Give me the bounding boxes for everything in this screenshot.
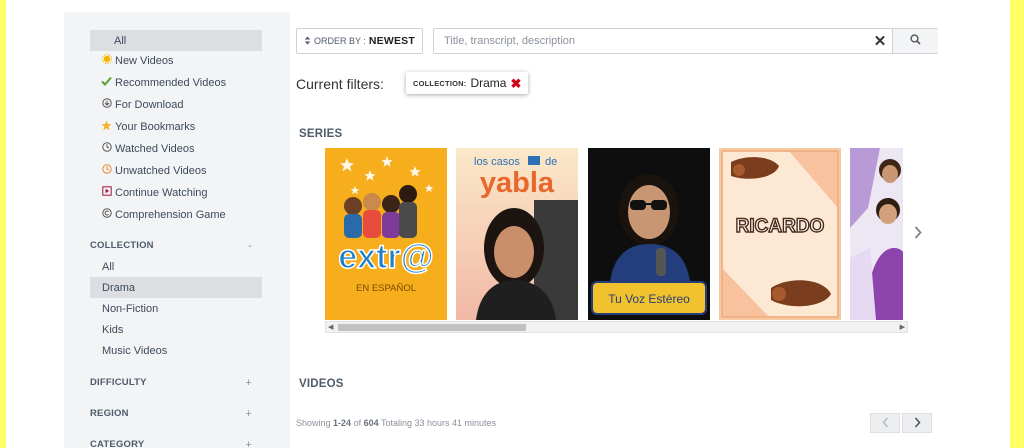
- sidebar-item-label: Your Bookmarks: [115, 120, 196, 133]
- results-summary: Showing 1-24 of 604 Totaling 33 hours 41…: [296, 418, 496, 428]
- series-logo: RICARDO: [736, 216, 825, 237]
- sidebar-item-label: Watched Videos: [115, 142, 195, 155]
- expand-toggle[interactable]: +: [245, 377, 252, 389]
- collection-item-label: All: [102, 260, 115, 273]
- series-thumbnail: Tu Voz Estéreo: [588, 148, 710, 320]
- videos-section-title: VIDEOS: [299, 378, 344, 390]
- series-card-tu-voz-estereo[interactable]: Tu Voz Estéreo: [588, 148, 710, 320]
- sidebar-item-for-download[interactable]: For Download: [90, 94, 262, 115]
- download-icon: [100, 98, 113, 111]
- series-carousel: extr@ EN ESPAÑOL los casos de yabla Tu V…: [325, 148, 903, 322]
- search-button[interactable]: [892, 29, 938, 53]
- series-card-extra[interactable]: extr@ EN ESPAÑOL: [325, 148, 447, 320]
- series-card-ricardo[interactable]: RICARDO: [719, 148, 841, 320]
- collection-item-kids[interactable]: Kids: [90, 319, 262, 340]
- page: All New Videos Recommended Videos For Do…: [6, 0, 1010, 448]
- clear-search-button[interactable]: ✕: [871, 32, 889, 50]
- category-section-header[interactable]: CATEGORY +: [90, 439, 252, 448]
- series-logo: extr@: [338, 238, 434, 276]
- sidebar-item-label: For Download: [115, 98, 184, 111]
- next-page-button[interactable]: [902, 413, 932, 433]
- difficulty-section-header[interactable]: DIFFICULTY +: [90, 377, 252, 389]
- series-thumbnail: RICARDO: [719, 148, 841, 320]
- collection-item-non-fiction[interactable]: Non-Fiction: [90, 298, 262, 319]
- series-logo: yabla: [480, 167, 555, 199]
- sidebar-item-label: Continue Watching: [115, 186, 208, 199]
- collection-item-label: Kids: [102, 323, 124, 336]
- series-thumbnail: los casos de yabla: [456, 148, 578, 320]
- series-subtitle: EN ESPAÑOL: [356, 283, 416, 294]
- remove-filter-icon[interactable]: ✖: [510, 77, 521, 90]
- series-thumbnail: extr@ EN ESPAÑOL: [325, 148, 447, 320]
- close-icon: ✕: [873, 33, 887, 50]
- current-filters-label: Current filters:: [296, 76, 384, 92]
- sidebar-item-label: New Videos: [115, 54, 174, 67]
- clock-orange-icon: [100, 164, 113, 177]
- clock-icon: [100, 142, 113, 155]
- section-title: COLLECTION: [90, 240, 154, 251]
- collapse-toggle[interactable]: -: [248, 240, 252, 252]
- collection-item-music-videos[interactable]: Music Videos: [90, 340, 262, 361]
- sidebar-item-all[interactable]: All: [90, 30, 262, 51]
- section-title: CATEGORY: [90, 439, 145, 448]
- collection-item-label: Drama: [102, 281, 136, 294]
- scroll-left-icon[interactable]: ◀: [328, 323, 333, 331]
- star-icon: [100, 120, 113, 134]
- sidebar-item-label: Comprehension Game: [115, 208, 226, 221]
- scrollbar-thumb[interactable]: [338, 324, 526, 331]
- copyright-icon: [100, 208, 113, 221]
- series-caption: Tu Voz Estéreo: [608, 292, 690, 306]
- collection-item-drama[interactable]: Drama: [90, 277, 262, 298]
- sun-icon: [100, 53, 113, 67]
- section-title: REGION: [90, 408, 129, 419]
- of-word: of: [353, 418, 362, 428]
- prev-page-button[interactable]: [870, 413, 900, 433]
- sidebar-item-continue-watching[interactable]: Continue Watching: [90, 182, 262, 203]
- sidebar-item-unwatched[interactable]: Unwatched Videos: [90, 160, 262, 181]
- carousel-next-button[interactable]: [910, 222, 926, 244]
- sidebar-item-label: Recommended Videos: [115, 76, 227, 89]
- series-card-los-casos-de-yabla[interactable]: los casos de yabla: [456, 148, 578, 320]
- sidebar-item-new-videos[interactable]: New Videos: [90, 50, 262, 71]
- sidebar: All New Videos Recommended Videos For Do…: [64, 12, 290, 448]
- showing-prefix: Showing: [296, 418, 331, 428]
- expand-toggle[interactable]: +: [245, 439, 252, 448]
- section-title: DIFFICULTY: [90, 377, 147, 388]
- series-thumbnail: [850, 148, 903, 320]
- checkmark-icon: [100, 76, 113, 89]
- expand-toggle[interactable]: +: [245, 408, 252, 420]
- search-bar: ✕: [433, 28, 938, 54]
- chevron-right-icon: [914, 222, 922, 245]
- order-by-value: NEWEST: [368, 35, 415, 47]
- results-total: 604: [363, 418, 379, 428]
- order-by-label: ORDER BY :: [314, 36, 366, 46]
- chevron-right-icon: [914, 415, 921, 431]
- collection-item-all[interactable]: All: [90, 256, 262, 277]
- search-icon: [910, 32, 921, 50]
- sidebar-item-comprehension-game[interactable]: Comprehension Game: [90, 204, 262, 225]
- collection-item-label: Music Videos: [102, 344, 168, 357]
- sidebar-item-label: All: [114, 34, 127, 47]
- sidebar-item-label: Unwatched Videos: [115, 164, 207, 177]
- filter-chip-key: COLLECTION:: [413, 78, 467, 88]
- carousel-scrollbar[interactable]: ◀ ▶: [325, 321, 908, 333]
- results-duration: Totaling 33 hours 41 minutes: [380, 418, 497, 428]
- region-section-header[interactable]: REGION +: [90, 408, 252, 420]
- collection-item-label: Non-Fiction: [102, 302, 159, 315]
- play-square-icon: [100, 186, 113, 199]
- series-section-title: SERIES: [299, 128, 343, 140]
- sidebar-item-watched[interactable]: Watched Videos: [90, 138, 262, 159]
- scroll-right-icon[interactable]: ▶: [900, 323, 905, 331]
- order-by-button[interactable]: ORDER BY : NEWEST: [296, 28, 423, 54]
- search-input[interactable]: [434, 29, 864, 53]
- filter-chip-collection: COLLECTION: Drama ✖: [406, 72, 529, 94]
- results-range: 1-24: [333, 418, 352, 428]
- sidebar-item-recommended[interactable]: Recommended Videos: [90, 72, 262, 93]
- series-card-partial[interactable]: [850, 148, 903, 320]
- collection-section-header[interactable]: COLLECTION -: [90, 240, 252, 252]
- chevron-left-icon: [881, 415, 889, 431]
- sidebar-item-bookmarks[interactable]: Your Bookmarks: [90, 116, 262, 137]
- sort-icon: [304, 36, 311, 47]
- filter-chip-value: Drama: [470, 76, 507, 90]
